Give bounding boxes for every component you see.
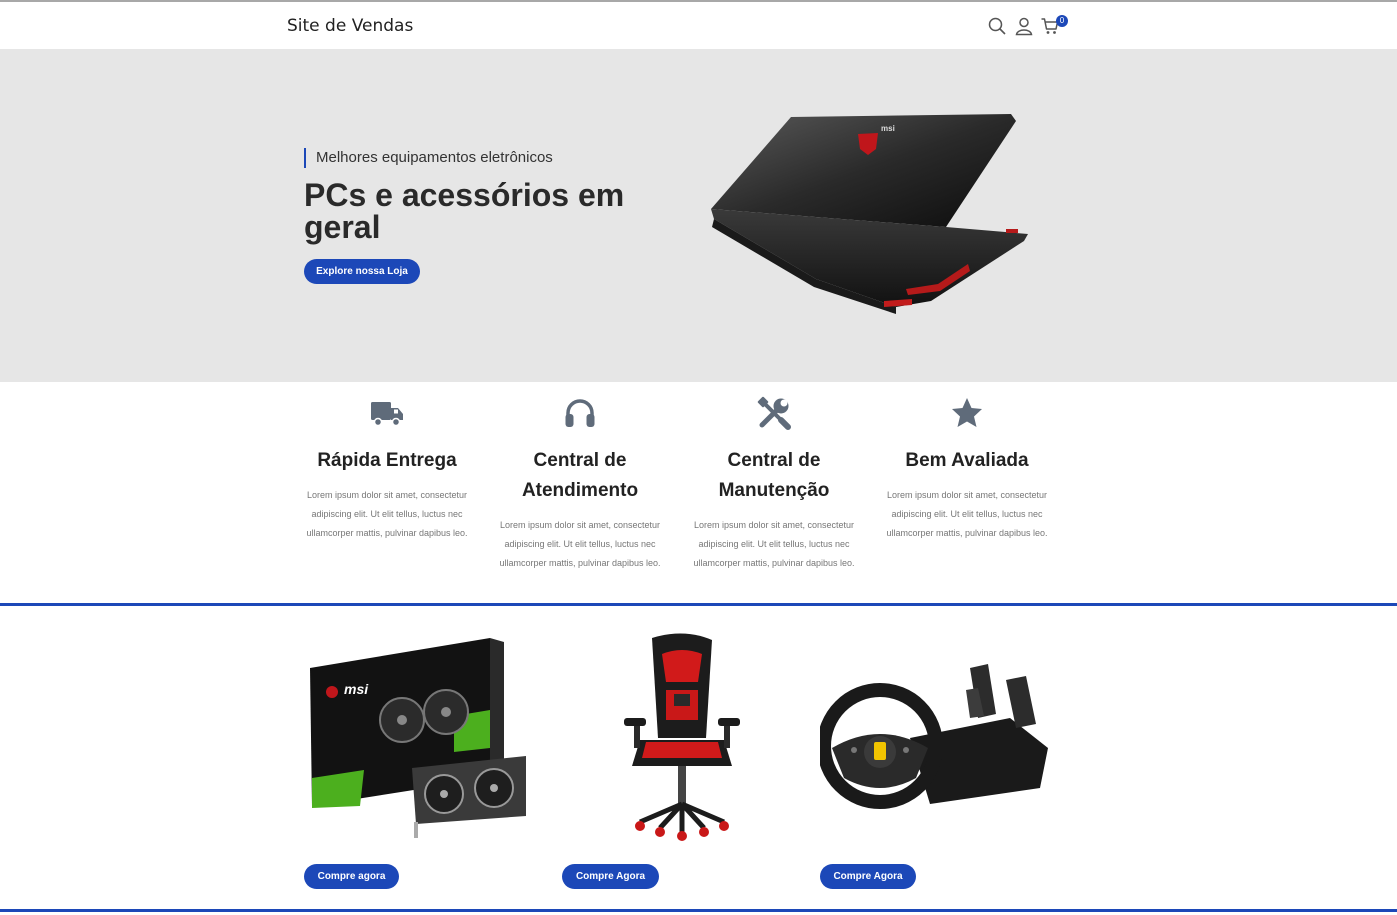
feature-text: Lorem ipsum dolor sit amet, consectetur …	[499, 520, 661, 568]
hero-title: PCs e acessórios em geral	[304, 177, 625, 245]
svg-text:msi: msi	[881, 124, 895, 133]
feature-title: Central de Atendimento	[521, 450, 639, 501]
buy-now-button[interactable]: Compre Agora	[562, 864, 659, 889]
hero-kicker: Melhores equipamentos eletrônicos	[304, 148, 553, 168]
buy-now-button[interactable]: Compre agora	[304, 864, 399, 889]
headset-icon	[565, 399, 595, 427]
user-icon[interactable]	[1014, 16, 1034, 36]
feature-fast-delivery: Rápida Entrega Lorem ipsum dolor sit ame…	[297, 396, 477, 543]
section-divider	[0, 603, 1397, 606]
star-icon	[952, 398, 982, 427]
feature-title: Central de Manutenção	[718, 450, 830, 501]
feature-text: Lorem ipsum dolor sit amet, consectetur …	[306, 490, 468, 538]
feature-support-center: Central de Atendimento Lorem ipsum dolor…	[490, 396, 670, 573]
tools-icon	[757, 396, 791, 430]
truck-icon	[371, 402, 403, 427]
graphics-card-image: msi	[304, 628, 536, 846]
feature-title: Rápida Entrega	[317, 450, 457, 471]
search-icon[interactable]	[987, 16, 1007, 36]
hero-banner: Melhores equipamentos eletrônicos PCs e …	[0, 49, 1397, 382]
feature-text: Lorem ipsum dolor sit amet, consectetur …	[693, 520, 855, 568]
svg-text:msi: msi	[344, 681, 369, 697]
bottom-divider	[0, 909, 1397, 912]
laptop-image: msi	[711, 114, 1028, 314]
cart-count-badge: 0	[1056, 15, 1068, 27]
feature-maintenance-center: Central de Manutenção Lorem ipsum dolor …	[684, 396, 864, 573]
steering-wheel-image	[820, 628, 1052, 846]
site-header: Site de Vendas 0	[0, 2, 1397, 49]
feature-title: Bem Avaliada	[905, 450, 1029, 471]
gaming-chair-image	[562, 628, 794, 846]
feature-text: Lorem ipsum dolor sit amet, consectetur …	[886, 490, 1048, 538]
buy-now-button[interactable]: Compre Agora	[820, 864, 916, 889]
feature-well-rated: Bem Avaliada Lorem ipsum dolor sit amet,…	[877, 396, 1057, 543]
site-brand[interactable]: Site de Vendas	[287, 16, 413, 36]
explore-store-button[interactable]: Explore nossa Loja	[304, 259, 420, 284]
